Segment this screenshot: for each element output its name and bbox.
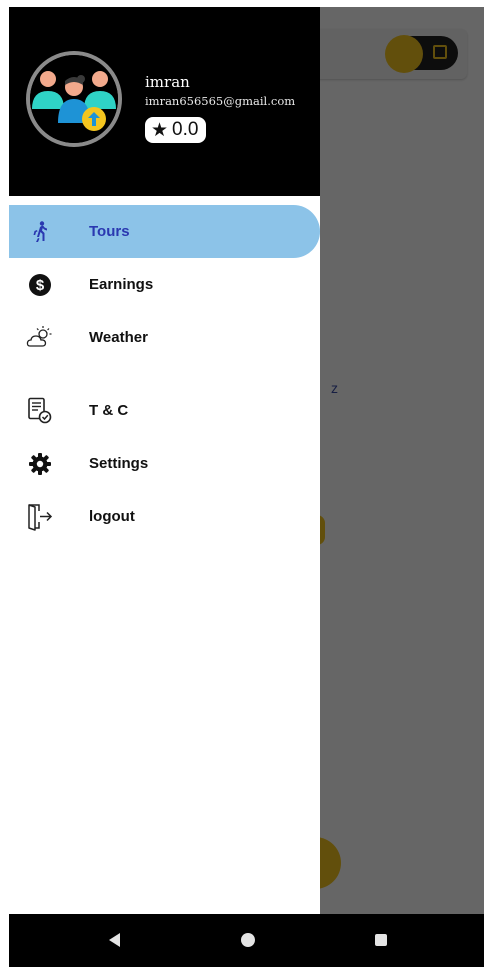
drawer-header: imran imran656565@gmail.com ★ 0.0 <box>9 7 320 196</box>
user-email: imran656565@gmail.com <box>145 94 296 108</box>
partly-cloudy-icon <box>26 324 54 352</box>
menu-item-label: Earnings <box>89 276 154 293</box>
svg-text:$: $ <box>36 277 45 294</box>
menu-item-logout[interactable]: logout <box>9 490 320 543</box>
menu-item-tours[interactable]: Tours <box>9 205 320 258</box>
rating-value: 0.0 <box>172 119 199 140</box>
menu-item-settings[interactable]: Settings <box>9 437 320 490</box>
dollar-coin-icon: $ <box>26 271 54 299</box>
star-icon: ★ <box>151 119 169 141</box>
menu-item-label: Settings <box>89 455 149 472</box>
menu-item-earnings[interactable]: $ Earnings <box>9 258 320 311</box>
system-navigation-bar <box>9 914 484 967</box>
menu-item-terms[interactable]: T & C <box>9 384 320 437</box>
walking-person-icon <box>26 218 54 246</box>
gear-icon <box>26 450 54 478</box>
menu-item-label: Weather <box>89 329 148 346</box>
rating-badge: ★ 0.0 <box>145 117 207 143</box>
menu-item-weather[interactable]: Weather <box>9 311 320 364</box>
menu-item-label: logout <box>89 508 135 525</box>
recents-square-icon[interactable] <box>375 934 387 946</box>
logout-icon <box>26 503 54 531</box>
phone-screen: z <box>9 7 484 967</box>
avatar[interactable] <box>26 51 122 147</box>
home-circle-icon[interactable] <box>241 933 255 947</box>
menu-item-label: T & C <box>89 402 129 419</box>
menu-item-label: Tours <box>89 223 130 240</box>
document-check-icon <box>26 397 54 425</box>
group-avatar-icon <box>30 55 118 143</box>
user-name: imran <box>145 73 190 91</box>
back-triangle-icon[interactable] <box>109 933 120 947</box>
navigation-drawer: imran imran656565@gmail.com ★ 0.0 Tours <box>9 7 320 914</box>
